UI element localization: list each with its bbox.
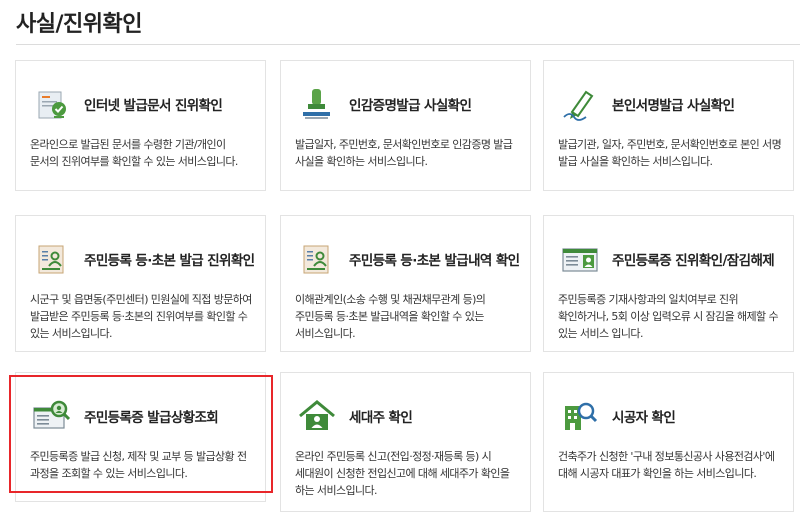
card-householder-confirm[interactable]: 세대주 확인 온라인 주민등록 신고(전입·정정·재등록 등) 시 세대원이 신… bbox=[280, 372, 531, 512]
card-description: 건축주가 신청한 '구내 정보통신공사 사용전검사'에 대해 시공자 대표가 확… bbox=[558, 450, 775, 480]
card-resident-copy-history[interactable]: 주민등록 등·초본 발급내역 확인 이해관계인(소송 수행 및 채권채무관계 등… bbox=[280, 215, 531, 352]
card-header: 인터넷 발급문서 진위확인 bbox=[32, 83, 223, 125]
card-description: 이해관계인(소송 수행 및 채권채무관계 등)의 주민등록 등·초본 발급내역을… bbox=[295, 293, 486, 340]
card-title: 시공자 확인 bbox=[612, 410, 676, 426]
card-title: 세대주 확인 bbox=[349, 410, 413, 426]
certificate-check-icon bbox=[32, 84, 72, 124]
card-id-card-issue-status[interactable]: 주민등록증 발급상황조회 주민등록증 발급 신청, 제작 및 교부 등 발급상황… bbox=[15, 372, 266, 502]
card-signature-verify[interactable]: 본인서명발급 사실확인 발급기관, 일자, 주민번호, 문서확인번호로 본인 서… bbox=[543, 60, 794, 191]
card-header: 본인서명발급 사실확인 bbox=[560, 83, 735, 125]
card-title: 주민등록증 발급상황조회 bbox=[84, 410, 219, 426]
card-title: 주민등록증 진위확인/잠김해제 bbox=[612, 253, 775, 269]
resident-document-icon bbox=[32, 239, 72, 279]
house-person-icon bbox=[297, 396, 337, 436]
page-title: 사실/진위확인 bbox=[16, 12, 142, 37]
signature-pen-icon bbox=[560, 84, 600, 124]
card-header: 세대주 확인 bbox=[297, 395, 413, 437]
card-title: 인터넷 발급문서 진위확인 bbox=[84, 98, 223, 114]
card-description: 온라인으로 발급된 문서를 수령한 기관/개인이 문서의 진위여부를 확인할 수… bbox=[30, 138, 238, 168]
card-header: 주민등록증 발급상황조회 bbox=[32, 395, 219, 437]
card-description: 주민등록증 기재사항과의 일치여부로 진위 확인하거나, 5회 이상 입력오류 … bbox=[558, 293, 779, 340]
card-description: 발급일자, 주민번호, 문서확인번호로 인감증명 발급 사실을 확인하는 서비스… bbox=[295, 138, 513, 168]
id-card-search-icon bbox=[32, 396, 72, 436]
card-internet-document-verify[interactable]: 인터넷 발급문서 진위확인 온라인으로 발급된 문서를 수령한 기관/개인이 문… bbox=[15, 60, 266, 191]
card-header: 주민등록 등·초본 발급내역 확인 bbox=[297, 238, 520, 280]
card-description: 주민등록증 발급 신청, 제작 및 교부 등 발급상황 전 과정을 조회할 수 … bbox=[30, 450, 247, 480]
card-title: 인감증명발급 사실확인 bbox=[349, 98, 472, 114]
title-divider bbox=[16, 44, 800, 45]
seal-stamp-icon bbox=[297, 84, 337, 124]
resident-document-history-icon bbox=[297, 239, 337, 279]
card-title: 주민등록 등·초본 발급 진위확인 bbox=[84, 253, 255, 269]
card-description: 시군구 및 읍면동(주민센터) 민원실에 직접 방문하여 발급받은 주민등록 등… bbox=[30, 293, 252, 340]
card-constructor-confirm[interactable]: 시공자 확인 건축주가 신청한 '구내 정보통신공사 사용전검사'에 대해 시공… bbox=[543, 372, 794, 512]
card-header: 주민등록 등·초본 발급 진위확인 bbox=[32, 238, 255, 280]
card-header: 시공자 확인 bbox=[560, 395, 676, 437]
card-description: 온라인 주민등록 신고(전입·정정·재등록 등) 시 세대원이 신청한 전입신고… bbox=[295, 450, 510, 497]
card-title: 주민등록 등·초본 발급내역 확인 bbox=[349, 253, 520, 269]
card-description: 발급기관, 일자, 주민번호, 문서확인번호로 본인 서명 발급 사실을 확인하… bbox=[558, 138, 782, 168]
card-header: 주민등록증 진위확인/잠김해제 bbox=[560, 238, 775, 280]
card-resident-copy-verify[interactable]: 주민등록 등·초본 발급 진위확인 시군구 및 읍면동(주민센터) 민원실에 직… bbox=[15, 215, 266, 352]
card-header: 인감증명발급 사실확인 bbox=[297, 83, 472, 125]
card-title: 본인서명발급 사실확인 bbox=[612, 98, 735, 114]
building-search-icon bbox=[560, 396, 600, 436]
id-card-icon bbox=[560, 239, 600, 279]
card-seal-certificate-verify[interactable]: 인감증명발급 사실확인 발급일자, 주민번호, 문서확인번호로 인감증명 발급 … bbox=[280, 60, 531, 191]
card-id-card-verify-unlock[interactable]: 주민등록증 진위확인/잠김해제 주민등록증 기재사항과의 일치여부로 진위 확인… bbox=[543, 215, 794, 352]
